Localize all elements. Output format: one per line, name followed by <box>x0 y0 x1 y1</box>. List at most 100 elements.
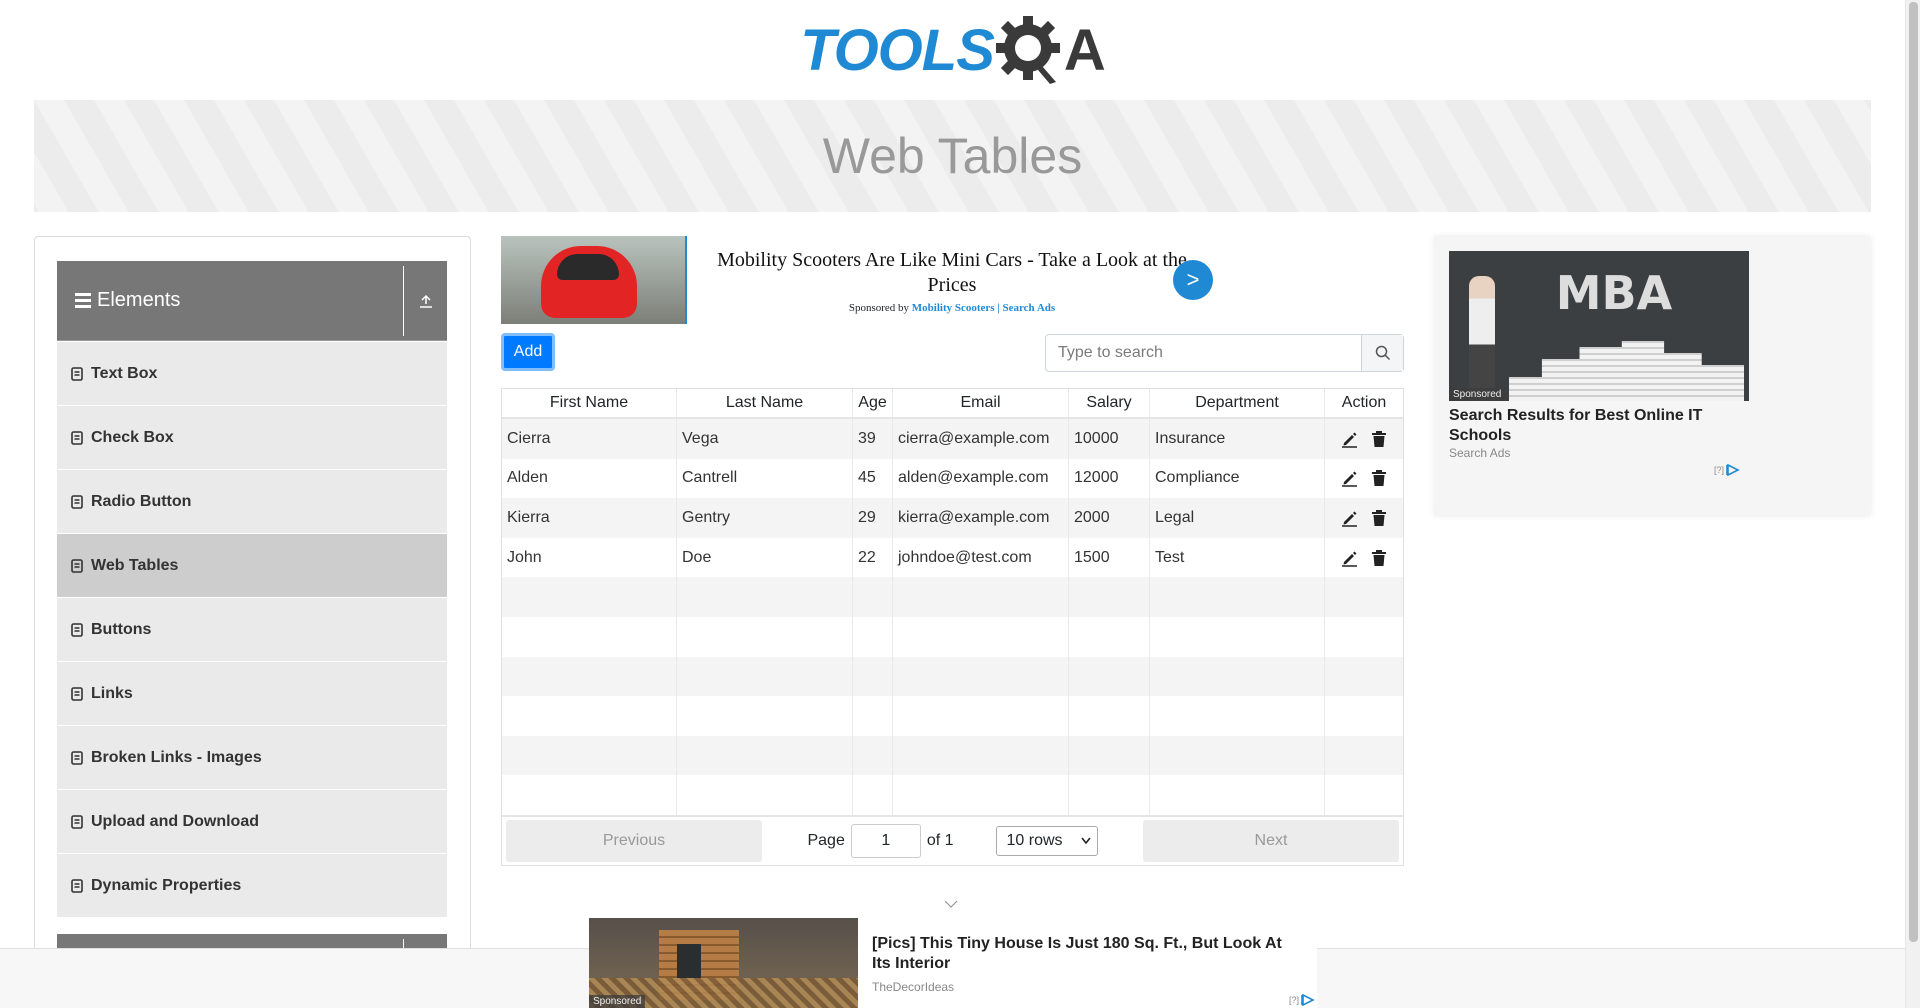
search-icon <box>1375 345 1390 361</box>
delete-icon[interactable] <box>1371 509 1387 527</box>
empty-cell <box>853 696 893 736</box>
top-ad[interactable]: Mobility Scooters Are Like Mini Cars - T… <box>501 236 1213 324</box>
sidebar-item-buttons[interactable]: Buttons <box>57 598 447 662</box>
column-header-department[interactable]: Department <box>1150 389 1325 417</box>
table-row: Alden Cantrell 45 alden@example.com 12000 Com… <box>502 458 1403 499</box>
edit-icon[interactable] <box>1341 509 1359 527</box>
table-cell: 10000 <box>1069 419 1150 459</box>
sidebar-item-web-tables[interactable]: Web Tables <box>57 534 447 598</box>
column-header-first-name[interactable]: First Name <box>502 389 677 417</box>
empty-cell <box>1069 696 1150 736</box>
table-cell: 22 <box>853 537 893 578</box>
logo-text-tools: TOOLS <box>800 17 995 83</box>
sidebar-item-check-box[interactable]: Check Box <box>57 406 447 470</box>
sidebar-item-label: Broken Links - Images <box>91 748 262 766</box>
empty-cell <box>1150 656 1325 697</box>
bottom-ad-info[interactable]: [?] <box>1289 994 1315 1006</box>
empty-cell <box>677 616 853 657</box>
pagination: Previous Page 1 of 1 10 rows Next <box>502 814 1403 865</box>
elements-group-header[interactable]: Elements <box>57 261 447 341</box>
toolsqa-logo[interactable]: TOOLS A <box>800 14 1106 86</box>
document-icon <box>71 814 83 829</box>
sidebar-item-dynamic-properties[interactable]: Dynamic Properties <box>57 854 447 918</box>
bottom-ad[interactable]: Sponsored [Pics] This Tiny House Is Just… <box>589 918 1317 1008</box>
previous-button[interactable]: Previous <box>506 819 762 862</box>
collapse-toggle[interactable] <box>403 265 447 336</box>
search-input[interactable] <box>1046 335 1361 371</box>
row-actions <box>1325 419 1403 459</box>
sponsored-tag: Sponsored <box>589 995 646 1008</box>
bottom-ad-text: [Pics] This Tiny House Is Just 180 Sq. F… <box>858 918 1317 1008</box>
ad-image-tiny-house: Sponsored <box>589 918 858 1008</box>
page-total: of 1 <box>926 831 954 849</box>
add-button[interactable]: Add <box>501 333 555 371</box>
ad-sponsor-link[interactable]: Mobility Scooters | Search Ads <box>912 302 1055 314</box>
table-cell: johndoe@test.com <box>893 537 1069 578</box>
empty-cell <box>1069 616 1150 657</box>
empty-cell <box>1069 775 1150 815</box>
empty-cell <box>1150 696 1325 736</box>
table-cell: Cantrell <box>677 458 853 499</box>
scrollbar-thumb[interactable] <box>1909 2 1918 942</box>
empty-cell <box>893 735 1069 776</box>
left-sidebar: Elements Text Box Check Box Radio Button We… <box>34 236 471 1008</box>
table-row <box>502 577 1403 617</box>
edit-icon[interactable] <box>1341 549 1359 567</box>
column-header-age[interactable]: Age <box>853 389 893 417</box>
ad-headline[interactable]: Search Results for Best Online IT School… <box>1449 406 1749 446</box>
right-ad[interactable]: MBA Sponsored Search Results for Best On… <box>1434 236 1871 516</box>
ad-chalk-text: MBA <box>1555 266 1673 320</box>
search-button[interactable] <box>1361 335 1403 371</box>
rows-per-page-select[interactable]: 10 rows <box>995 825 1098 856</box>
sidebar-item-broken-links-images[interactable]: Broken Links - Images <box>57 726 447 790</box>
table-cell: Alden <box>502 458 677 499</box>
empty-cell <box>893 577 1069 617</box>
ad-text: Mobility Scooters Are Like Mini Cars - T… <box>687 236 1211 324</box>
page-scrollbar[interactable] <box>1905 0 1920 1008</box>
bottom-ad-info-label: [?] <box>1288 995 1299 1005</box>
collapse-up-icon <box>419 294 432 308</box>
ad-sponsored-by: Sponsored by <box>848 302 910 314</box>
sidebar-item-text-box[interactable]: Text Box <box>57 342 447 406</box>
sidebar-item-radio-button[interactable]: Radio Button <box>57 470 447 534</box>
column-header-email[interactable]: Email <box>893 389 1069 417</box>
ad-source: Search Ads <box>1449 446 1511 460</box>
empty-cell <box>502 735 677 776</box>
table-cell: 1500 <box>1069 537 1150 578</box>
sidebar-item-links[interactable]: Links <box>57 662 447 726</box>
document-icon <box>71 366 83 381</box>
table-cell: Vega <box>677 419 853 459</box>
table-cell: Cierra <box>502 419 677 459</box>
delete-icon[interactable] <box>1371 469 1387 487</box>
row-actions <box>1325 538 1403 578</box>
delete-icon[interactable] <box>1371 430 1387 448</box>
column-header-salary[interactable]: Salary <box>1069 389 1150 417</box>
adchoices-icon <box>1301 994 1315 1006</box>
edit-icon[interactable] <box>1341 469 1359 488</box>
empty-cell <box>853 577 893 617</box>
column-header-last-name[interactable]: Last Name <box>677 389 853 417</box>
table-cell: 39 <box>853 419 893 459</box>
empty-cell <box>1325 617 1403 657</box>
empty-cell <box>502 656 677 697</box>
column-header-action[interactable]: Action <box>1325 389 1403 417</box>
sidebar-item-upload-and-download[interactable]: Upload and Download <box>57 790 447 854</box>
rows-per-page-value: 10 rows <box>1006 831 1063 849</box>
next-button[interactable]: Next <box>1143 819 1399 862</box>
menu-icon <box>75 290 91 311</box>
ad-headline[interactable]: Mobility Scooters Are Like Mini Cars - T… <box>707 248 1197 298</box>
empty-cell <box>893 696 1069 736</box>
page-jump-input[interactable]: 1 <box>850 823 921 858</box>
empty-cell <box>1069 577 1150 617</box>
table-cell: John <box>502 537 677 578</box>
delete-icon[interactable] <box>1371 549 1387 567</box>
ad-go-button[interactable]: > <box>1173 260 1213 300</box>
ad-info[interactable]: [?] <box>1714 464 1740 476</box>
empty-cell <box>853 656 893 697</box>
sidebar-item-label: Web Tables <box>91 556 179 574</box>
edit-icon[interactable] <box>1341 430 1359 448</box>
empty-cell <box>502 775 677 815</box>
document-icon <box>71 494 83 509</box>
bottom-ad-headline[interactable]: [Pics] This Tiny House Is Just 180 Sq. F… <box>872 934 1303 974</box>
document-icon <box>71 430 83 445</box>
